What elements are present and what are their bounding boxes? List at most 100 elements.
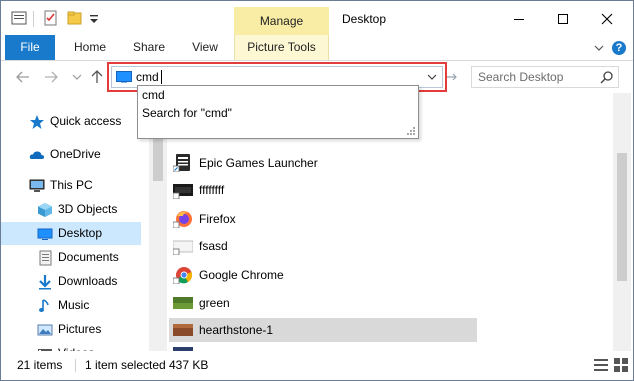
- image-thumbnail-icon: [173, 297, 193, 309]
- window-title: Desktop: [342, 12, 387, 26]
- sidebar-item-quick-access[interactable]: Quick access: [1, 110, 141, 133]
- sidebar-item-desktop[interactable]: Desktop: [1, 222, 141, 245]
- sidebar-item-label: Documents: [58, 250, 119, 264]
- file-row-green[interactable]: green: [169, 291, 477, 315]
- tab-file[interactable]: File: [5, 35, 55, 60]
- music-note-icon: [39, 299, 49, 312]
- help-glyph: ?: [615, 42, 623, 54]
- up-arrow-icon: [91, 70, 103, 83]
- close-icon: [601, 13, 613, 25]
- maximize-icon: [558, 14, 568, 24]
- maximize-button[interactable]: [541, 7, 585, 31]
- image-thumbnail-icon: [173, 184, 193, 199]
- tab-picture-tools[interactable]: Picture Tools: [234, 35, 329, 60]
- help-button[interactable]: ?: [611, 40, 627, 56]
- sidebar-item-label: Desktop: [58, 226, 103, 240]
- search-box[interactable]: Search Desktop: [471, 66, 619, 88]
- file-row-ffffffff[interactable]: ffffffff: [169, 178, 477, 202]
- quick-access-separator: [33, 11, 34, 27]
- sidebar-item-videos[interactable]: Videos: [1, 342, 141, 351]
- forward-button[interactable]: [41, 68, 61, 86]
- file-name: hearthstone-1: [199, 323, 274, 337]
- chevron-down-icon: [594, 45, 604, 51]
- sidebar-item-onedrive[interactable]: OneDrive: [1, 143, 141, 166]
- minimize-icon: [514, 19, 524, 20]
- file-list-scroll-thumb[interactable]: [617, 153, 627, 281]
- minimize-button[interactable]: [497, 7, 541, 31]
- desktop-icon: [116, 71, 132, 83]
- chrome-icon: [173, 267, 193, 284]
- properties-icon[interactable]: [43, 9, 59, 27]
- file-row-google-chrome[interactable]: Google Chrome: [169, 263, 477, 287]
- cloud-icon: [29, 151, 45, 159]
- file-row-epic-games-launcher[interactable]: Epic Games Launcher: [169, 151, 477, 175]
- selection-size: 437 KB: [169, 358, 209, 372]
- sidebar-item-pictures[interactable]: Pictures: [1, 318, 141, 341]
- file-row-hearthstone-1[interactable]: hearthstone-1: [169, 318, 477, 342]
- file-row-firefox[interactable]: Firefox: [169, 207, 477, 231]
- firefox-icon: [173, 211, 192, 228]
- close-button[interactable]: [585, 7, 629, 31]
- go-arrow-icon: [447, 73, 457, 81]
- suggestion-cmd[interactable]: cmd: [142, 86, 165, 104]
- sidebar-item-label: This PC: [50, 178, 93, 192]
- download-arrow-icon: [39, 275, 51, 290]
- file-row-fsasd[interactable]: fsasd: [169, 234, 477, 258]
- new-folder-icon[interactable]: [67, 9, 83, 27]
- sidebar-item-label: OneDrive: [50, 147, 101, 161]
- up-button[interactable]: [87, 68, 107, 86]
- selection-count: 1 item selected: [85, 358, 166, 372]
- computer-icon: [29, 179, 45, 192]
- image-thumbnail-icon: [173, 324, 193, 336]
- ribbon-tabs: File Home Share View Picture Tools ?: [1, 35, 633, 61]
- search-icon[interactable]: [600, 70, 614, 84]
- sidebar-item-downloads[interactable]: Downloads: [1, 270, 141, 293]
- address-autocomplete-dropdown: cmd Search for "cmd": [137, 85, 419, 139]
- forward-arrow-icon: [45, 71, 58, 83]
- status-separator: [75, 359, 76, 372]
- image-thumbnail-icon: [173, 240, 193, 255]
- file-name: Google Chrome: [199, 268, 284, 282]
- file-name: ffffffff: [199, 183, 225, 197]
- large-icons-view-icon[interactable]: [613, 357, 629, 373]
- documents-icon: [39, 250, 52, 266]
- file-name: green: [199, 296, 230, 310]
- sidebar-item-this-pc[interactable]: This PC: [1, 174, 141, 197]
- explorer-app-icon[interactable]: [11, 9, 27, 27]
- file-explorer-window: Manage Desktop File Home Share View Pict…: [0, 0, 634, 381]
- recent-locations-button[interactable]: [67, 68, 87, 86]
- go-button[interactable]: [445, 70, 459, 84]
- sidebar-item-label: Quick access: [50, 114, 122, 128]
- sidebar-item-label: 3D Objects: [58, 202, 118, 216]
- search-placeholder: Search Desktop: [478, 70, 564, 84]
- details-view-icon[interactable]: [593, 357, 609, 373]
- sidebar-item-music[interactable]: Music: [1, 294, 141, 317]
- epic-games-icon: [173, 154, 190, 172]
- sidebar-item-documents[interactable]: Documents: [1, 246, 141, 269]
- file-list-scrollbar[interactable]: [613, 93, 631, 351]
- sidebar-item-label: Music: [58, 298, 90, 312]
- sidebar-item-label: Videos: [58, 342, 94, 351]
- suggestion-search-for-cmd[interactable]: Search for "cmd": [142, 104, 232, 122]
- pictures-icon: [37, 324, 53, 336]
- tab-home[interactable]: Home: [65, 35, 115, 60]
- file-name: fsasd: [199, 239, 228, 253]
- sidebar-item-label: Pictures: [58, 322, 102, 336]
- chevron-down-icon: [72, 74, 82, 80]
- tab-share[interactable]: Share: [125, 35, 173, 60]
- expand-ribbon-button[interactable]: [591, 40, 607, 56]
- resize-grip-icon[interactable]: [406, 126, 416, 136]
- sidebar-item-3d-objects[interactable]: 3D Objects: [1, 198, 141, 221]
- customize-toolbar-icon[interactable]: [89, 9, 99, 27]
- file-name: Firefox: [199, 212, 236, 226]
- star-icon: [30, 115, 44, 129]
- address-input[interactable]: cmd: [136, 67, 159, 87]
- sidebar-item-label: Downloads: [58, 274, 118, 288]
- text-caret: [161, 70, 162, 84]
- back-button[interactable]: [13, 68, 33, 86]
- tab-view[interactable]: View: [181, 35, 229, 60]
- status-bar: 21 items 1 item selected 437 KB: [1, 351, 633, 380]
- manage-context-tab[interactable]: Manage: [234, 7, 329, 35]
- address-dropdown-button[interactable]: [424, 67, 440, 87]
- chevron-down-icon: [427, 74, 437, 80]
